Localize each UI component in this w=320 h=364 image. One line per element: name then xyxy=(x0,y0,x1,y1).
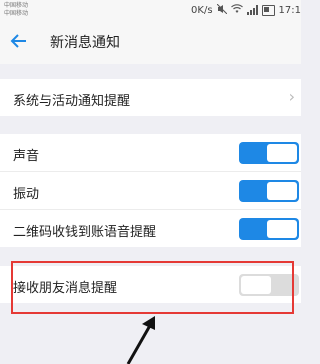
annotation-arrow xyxy=(126,316,155,364)
